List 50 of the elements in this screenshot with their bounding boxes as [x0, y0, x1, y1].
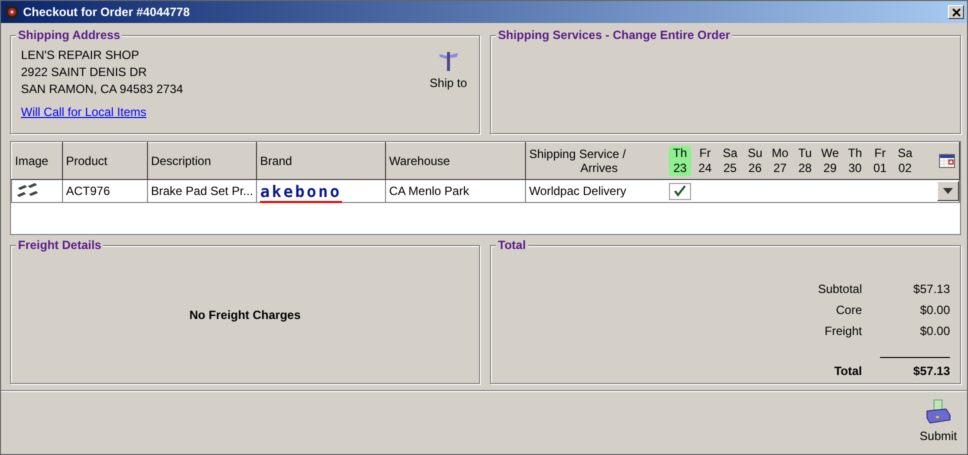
panel-title: Shipping Services - Change Entire Order [496, 28, 732, 42]
column-header: Image [12, 142, 62, 180]
column-header: Description [148, 142, 257, 180]
day-header[interactable]: Fr 01 [869, 146, 892, 176]
total-value: $57.13 [912, 364, 950, 379]
column-header: Brand [256, 142, 386, 180]
day-header[interactable]: Th 30 [844, 146, 866, 176]
total-label: Freight [824, 324, 862, 339]
freight-message: No Freight Charges [189, 308, 301, 322]
day-header[interactable]: Mo 27 [769, 146, 792, 176]
address-line: SAN RAMON, CA 94583 2734 [21, 82, 184, 97]
day-header[interactable]: We 29 [819, 146, 842, 176]
caret-icon [943, 188, 953, 194]
close-button[interactable] [948, 5, 964, 19]
app-icon [4, 4, 20, 20]
day-header[interactable]: Th 23 [669, 146, 692, 176]
table-cell: CA Menlo Park [386, 180, 526, 202]
panel-title: Total [496, 238, 528, 252]
close-icon [952, 8, 960, 16]
dropdown-button[interactable] [937, 181, 959, 201]
window-title: Checkout for Order #4044778 [23, 5, 191, 19]
day-header[interactable]: Sa 02 [894, 146, 916, 176]
column-header: Shipping Service / [529, 147, 626, 161]
day-header[interactable]: Su 26 [744, 146, 766, 176]
total-label: Total [833, 364, 862, 379]
day-header[interactable]: Fr 24 [694, 146, 716, 176]
total-value: $0.00 [918, 303, 950, 318]
total-label: Core [834, 303, 862, 318]
total-value: $0.00 [918, 324, 950, 339]
day-header[interactable]: Tu 28 [794, 146, 816, 176]
day-header[interactable]: Sa 25 [719, 146, 742, 176]
brand-logo: akebono [260, 182, 342, 202]
total-label: Subtotal [818, 282, 862, 297]
address-line: LEN'S REPAIR SHOP [21, 48, 140, 63]
calendar-icon[interactable] [939, 154, 955, 168]
column-header: Arrives [580, 161, 618, 175]
printer-icon [924, 399, 952, 425]
address-line: 2922 SAINT DENIS DR [21, 65, 148, 80]
total-value: $57.13 [912, 282, 950, 297]
column-header: Warehouse [386, 142, 526, 180]
checkbox[interactable] [669, 182, 692, 200]
submit-button[interactable]: Submit [920, 399, 957, 443]
will-call-link[interactable]: Will Call for Local Items [21, 105, 146, 119]
panel-title: Freight Details [16, 238, 104, 252]
table-cell: Brake Pad Set Pr... [148, 180, 257, 202]
ship-to-button[interactable]: Ship to [430, 48, 467, 119]
table-cell-text: Worldpac Delivery [528, 184, 628, 198]
table-cell: ACT976 [62, 180, 148, 202]
panel-title: Shipping Address [16, 28, 122, 42]
column-header: Product [62, 142, 148, 180]
